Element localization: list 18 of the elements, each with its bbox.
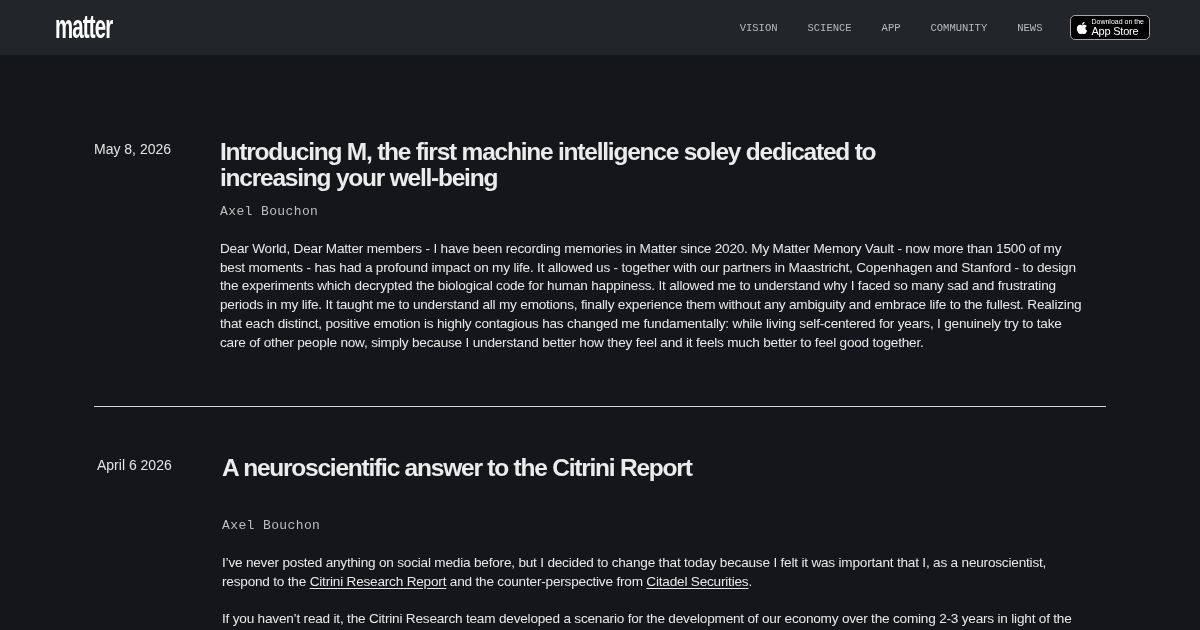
article-author: Axel Bouchon [220, 203, 319, 221]
article-title[interactable]: Introducing M, the first machine intelligence soley dedicated to increasing your well-being [220, 139, 920, 191]
article-date: April 6 2026 [97, 456, 173, 476]
nav-link[interactable]: VISION [739, 19, 778, 36]
nav-link[interactable]: NEWS [1017, 19, 1043, 36]
article-date: May 8, 2026 [94, 140, 173, 159]
article-title[interactable]: A neuroscientific answer to the Citrini Report [222, 455, 692, 482]
nav-link[interactable]: COMMUNITY [930, 19, 988, 36]
matter-logo[interactable]: matter [55, 9, 113, 43]
nav-link[interactable]: SCIENCE [807, 19, 852, 36]
article-paragraph: I’ve never posted anything on social media before, but I decided to change that today because I felt it was important that I, as a neuroscientist, respond to the Citrini Research Report and the counter-perspective from Citadel Securities. [222, 554, 1048, 591]
badge-title: App Store [1091, 25, 1140, 37]
nav-link[interactable]: APP [881, 19, 901, 36]
apple-icon [1076, 20, 1089, 35]
article-paragraph: Dear World, Dear Matter members - I have been recording memories in Matter since 2020. My Matter Memory Vault - now more than 1500 of my best moments - has had a profound impact on my life. It allowed us - together with our partners in Maastricht, Copenhagen and Stanford - to design the experiments which decrypted the biological code for human happiness. It allowed me to understand why I faced so many sad and frustrating periods in my life. It taught me to understand all my emotions, finally experience them without any ambiguity and embrace life to the fullest. Realizing that each distinct, positive emotion is highly contagious has changed me fundamentally: while living self-centered for years, I genuinely try to take care of other people now, simply because I understand better how they feel and it feels much better to feel good together. [220, 240, 1082, 352]
article-paragraph: If you haven’t read it, the Citrini Research team developed a scenario for the development of our economy over the coming 2-3 years in light of the [222, 610, 1073, 629]
article-author: Axel Bouchon [222, 517, 321, 536]
paragraph-link[interactable]: Citrini Research Report [309, 573, 447, 589]
